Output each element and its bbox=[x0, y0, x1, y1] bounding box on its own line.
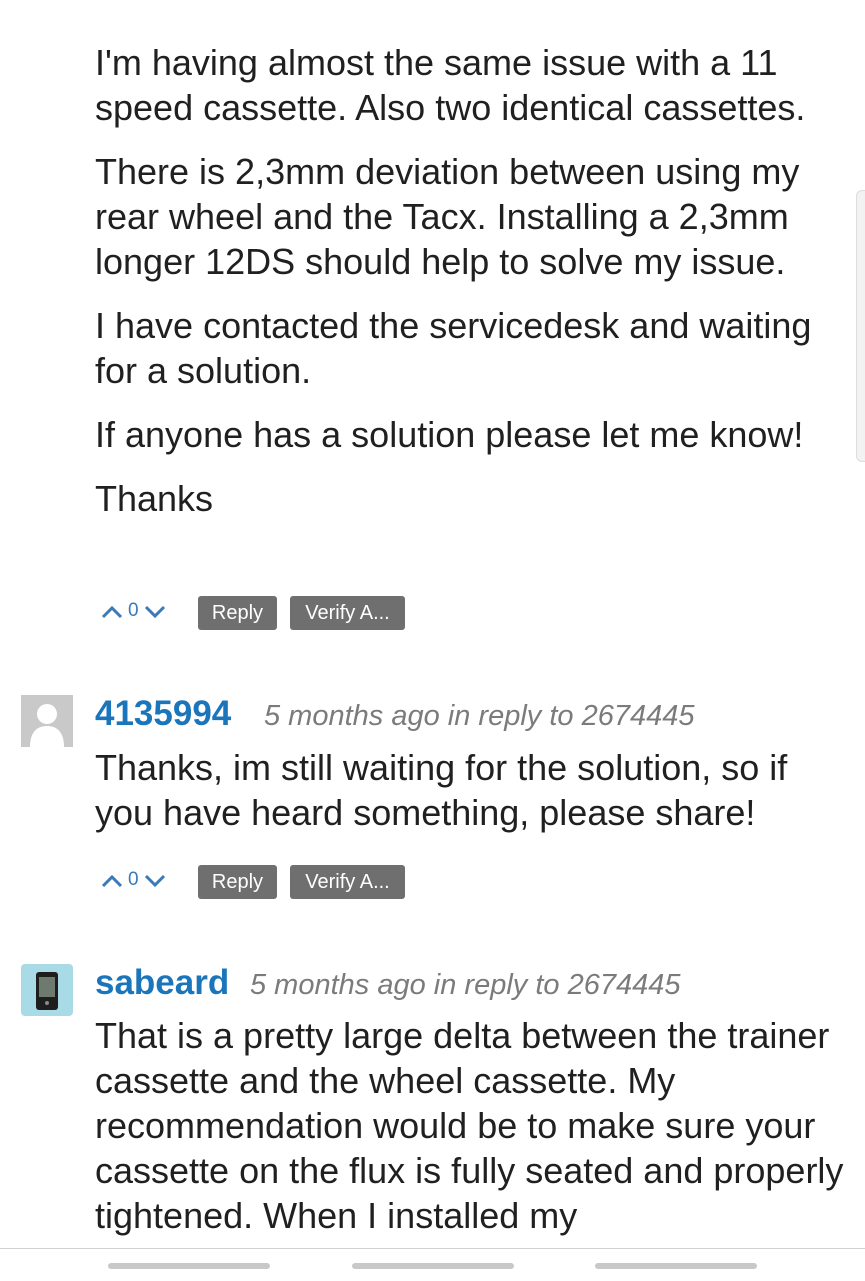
default-avatar-icon[interactable] bbox=[21, 695, 73, 747]
vote-count: 0 bbox=[128, 869, 139, 890]
comment-1-body: I'm having almost the same issue with a … bbox=[95, 40, 845, 521]
verify-answer-button[interactable]: Verify A... bbox=[290, 865, 405, 899]
comment-3-meta: 5 months ago in reply to 2674445 bbox=[250, 969, 681, 1001]
chevron-down-icon[interactable] bbox=[143, 870, 167, 890]
comment-1-paragraph-5: Thanks bbox=[95, 478, 214, 519]
reply-button[interactable]: Reply bbox=[198, 865, 277, 899]
comment-1-paragraph-3: I have contacted the servicedesk and wai… bbox=[95, 305, 812, 391]
chevron-up-icon[interactable] bbox=[100, 870, 124, 890]
comment-3-body: That is a pretty large delta between the… bbox=[95, 1013, 845, 1238]
chevron-down-icon[interactable] bbox=[143, 601, 167, 621]
chevron-up-icon[interactable] bbox=[100, 601, 124, 621]
comment-3-text: That is a pretty large delta between the… bbox=[95, 1015, 844, 1236]
comment-2-vote: 0 bbox=[100, 869, 167, 891]
comment-1-paragraph-4: If anyone has a solution please let me k… bbox=[95, 414, 804, 455]
vote-count: 0 bbox=[128, 600, 139, 621]
comment-2-body: Thanks, im still waiting for the solutio… bbox=[95, 745, 835, 835]
bottom-bar-segment bbox=[108, 1263, 270, 1269]
device-avatar-icon[interactable] bbox=[21, 964, 73, 1016]
bottom-scroll-bar bbox=[0, 1248, 865, 1281]
verify-answer-button[interactable]: Verify A... bbox=[290, 596, 405, 630]
comment-1-paragraph-2: There is 2,3mm deviation between using m… bbox=[95, 151, 800, 282]
comment-2-author[interactable]: 4135994 bbox=[95, 694, 231, 734]
comment-3-author[interactable]: sabeard bbox=[95, 963, 229, 1003]
bottom-bar-segment bbox=[352, 1263, 514, 1269]
comment-1-vote: 0 bbox=[100, 600, 167, 622]
reply-button[interactable]: Reply bbox=[198, 596, 277, 630]
comment-2-text: Thanks, im still waiting for the solutio… bbox=[95, 747, 788, 833]
bottom-bar-segment bbox=[595, 1263, 757, 1269]
comment-2-meta: 5 months ago in reply to 2674445 bbox=[264, 700, 695, 732]
scrollbar[interactable] bbox=[856, 190, 865, 462]
comment-1-paragraph-1: I'm having almost the same issue with a … bbox=[95, 42, 806, 128]
